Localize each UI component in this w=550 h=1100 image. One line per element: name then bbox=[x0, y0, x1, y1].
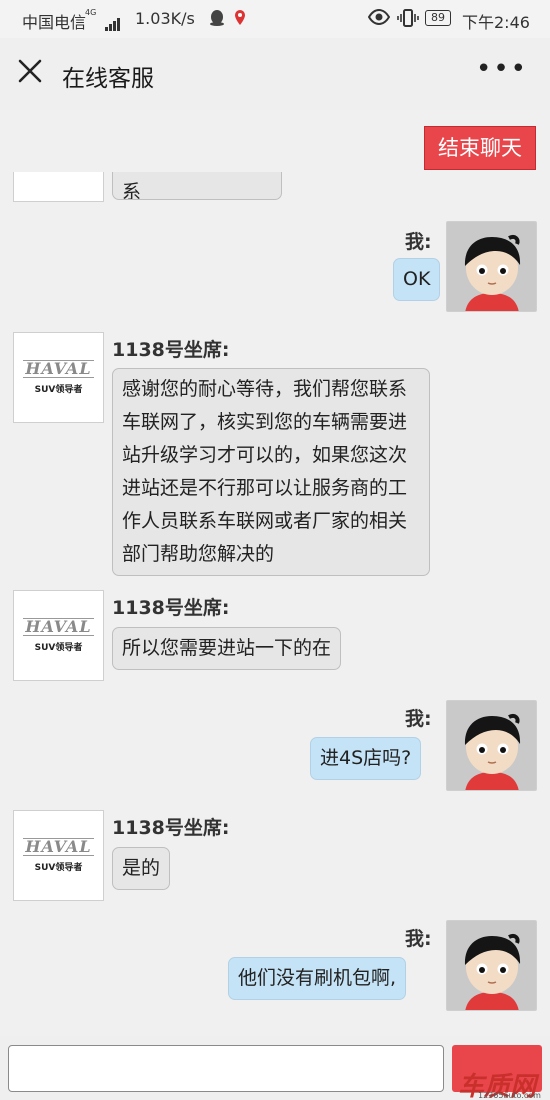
agent-avatar: HAVAL SUV领导者 bbox=[13, 332, 104, 423]
message-bubble-out: 进4S店吗? bbox=[310, 737, 422, 780]
more-icon[interactable]: ••• bbox=[476, 54, 528, 84]
signal-icon bbox=[105, 12, 121, 31]
sender-label-agent: 1138号坐席: bbox=[112, 817, 230, 839]
sender-label-me: 我: bbox=[405, 928, 432, 950]
haval-logo: HAVAL bbox=[23, 617, 94, 636]
sender-label-agent: 1138号坐席: bbox=[112, 339, 230, 361]
message-input[interactable] bbox=[8, 1045, 444, 1092]
agent-avatar: HAVAL SUV领导者 bbox=[13, 590, 104, 681]
message-bubble-in: 所以您需要进站一下的在 bbox=[112, 627, 342, 670]
message-bubble-in: 是的 bbox=[112, 847, 171, 890]
send-button[interactable] bbox=[452, 1045, 542, 1092]
haval-slogan: SUV领导者 bbox=[34, 643, 83, 653]
vibrate-icon bbox=[397, 9, 419, 31]
message-bubble-in: 感谢您的耐心等待，我们帮您联系车联网了，核实到您的车辆需要进站升级学习才可以的，… bbox=[112, 368, 430, 576]
user-avatar bbox=[446, 221, 537, 312]
sender-label-me: 我: bbox=[405, 708, 432, 730]
network-type: 4G bbox=[85, 8, 97, 17]
carrier-label: 中国电信 bbox=[22, 13, 87, 32]
haval-logo: HAVAL bbox=[23, 359, 94, 378]
close-icon[interactable] bbox=[14, 58, 46, 90]
message-bubble-out: OK bbox=[393, 258, 441, 301]
end-chat-button[interactable]: 结束聊天 bbox=[424, 126, 536, 170]
user-avatar bbox=[446, 700, 537, 791]
agent-avatar: HAVAL SUV领导者 bbox=[13, 810, 104, 901]
message-bubble-out: 他们没有刷机包啊, bbox=[228, 957, 407, 1000]
title-bar: 在线客服 ••• bbox=[0, 38, 550, 110]
battery-indicator: 89 bbox=[425, 10, 451, 26]
status-bar: 中国电信 4G 1.03K/s 89 下午2:46 bbox=[0, 0, 550, 38]
network-speed: 1.03K/s bbox=[135, 9, 195, 28]
sender-label-me: 我: bbox=[405, 231, 432, 253]
chat-area[interactable]: 结束聊天 一现在就帮您联系 我: OK HAVAL SUV领导者 1138号坐席… bbox=[0, 110, 550, 1036]
sender-label-agent: 1138号坐席: bbox=[112, 597, 230, 619]
clock: 下午2:46 bbox=[462, 13, 530, 32]
eye-icon bbox=[367, 8, 391, 29]
composer-bar bbox=[0, 1036, 550, 1100]
haval-slogan: SUV领导者 bbox=[34, 863, 83, 873]
page-title: 在线客服 bbox=[62, 66, 154, 92]
haval-slogan: SUV领导者 bbox=[34, 385, 83, 395]
qq-icon bbox=[208, 9, 226, 31]
user-avatar bbox=[446, 920, 537, 1011]
haval-logo: HAVAL bbox=[23, 837, 94, 856]
location-icon bbox=[232, 9, 248, 31]
